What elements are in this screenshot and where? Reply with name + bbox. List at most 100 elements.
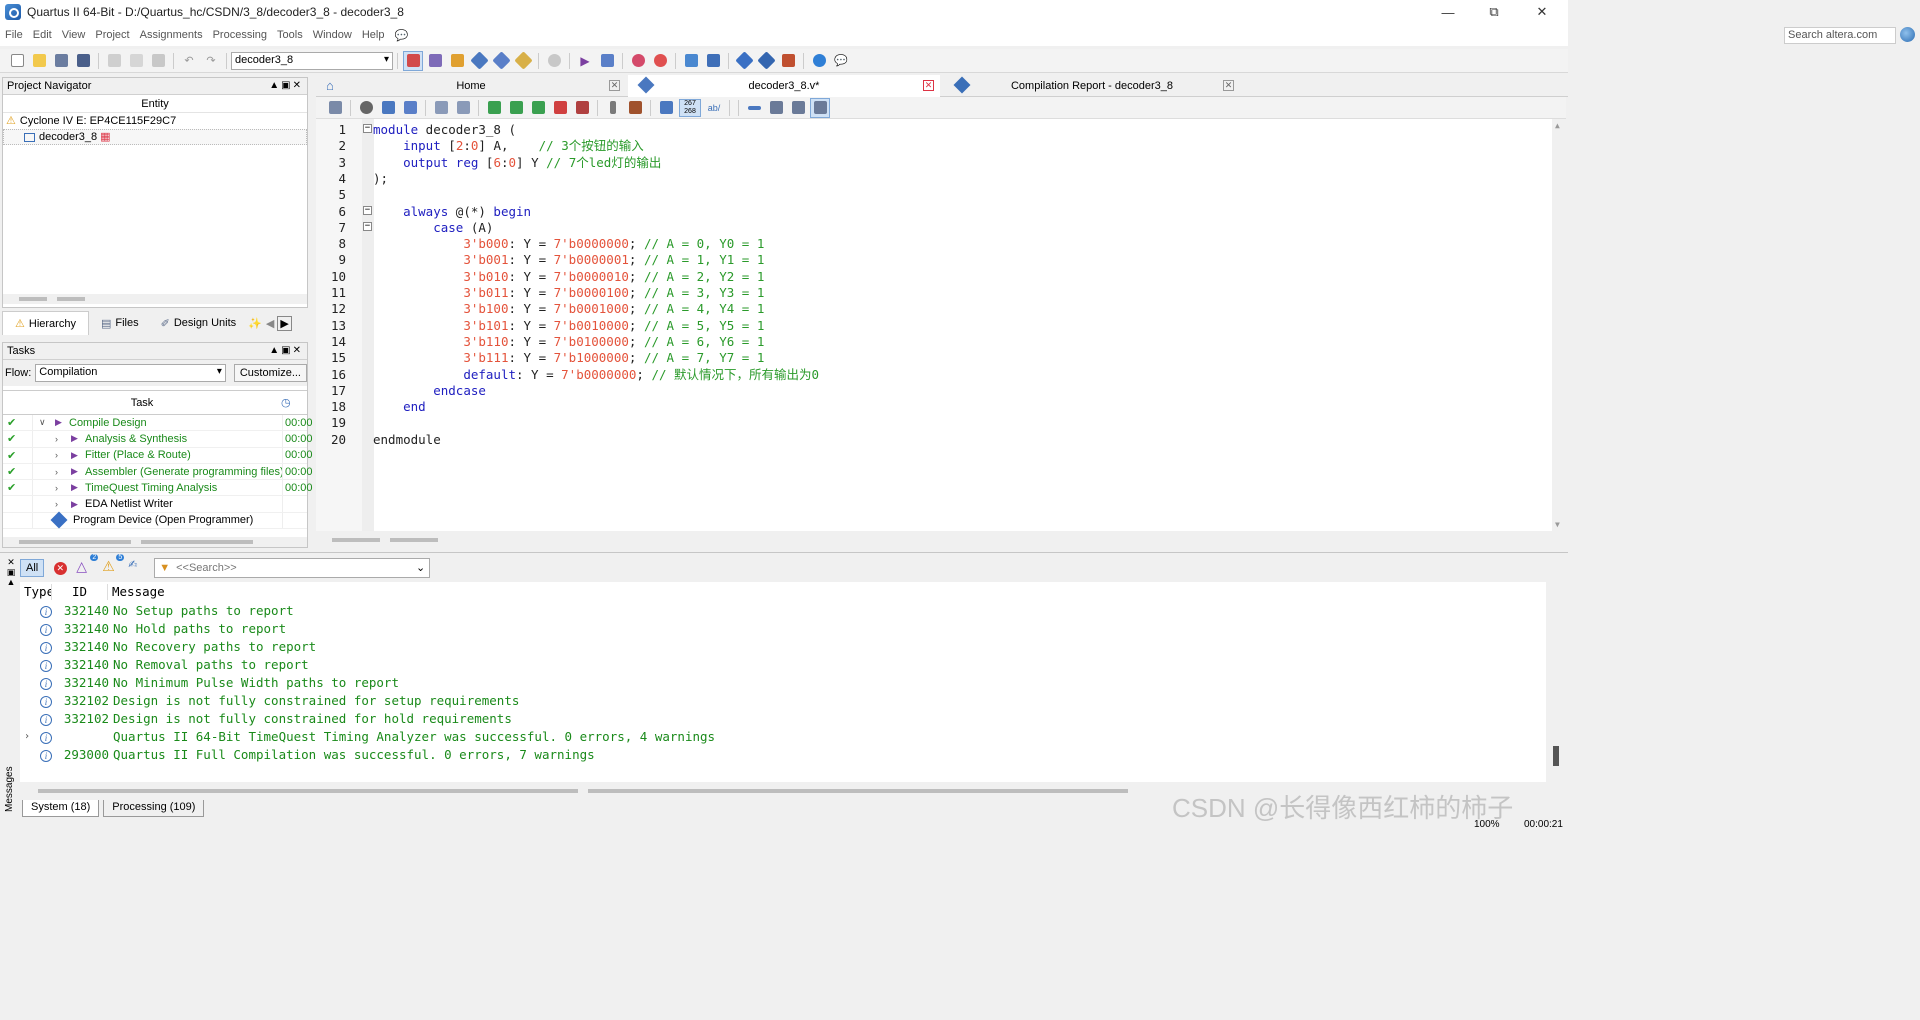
save-all-icon[interactable] — [73, 51, 93, 71]
message-row[interactable]: › i Quartus II 64-Bit TimeQuest Timing Ana… — [20, 727, 715, 745]
indent-icon[interactable] — [431, 98, 451, 118]
wizard-icon[interactable] — [447, 51, 467, 71]
task-row[interactable]: › ▶ EDA Netlist Writer — [3, 496, 307, 513]
expand-chevron-icon[interactable]: › — [55, 467, 58, 477]
start-compilation-icon[interactable]: ▶ — [575, 51, 595, 71]
run-task-icon[interactable]: ▶ — [71, 450, 78, 461]
paste-icon[interactable] — [148, 51, 168, 71]
message-row[interactable]: i 332102 Design is not fully constrained f… — [20, 691, 519, 709]
copy-icon[interactable] — [126, 51, 146, 71]
analysis-icon[interactable] — [469, 51, 489, 71]
collapse-icon[interactable] — [766, 98, 786, 118]
expand-chevron-icon[interactable]: › — [55, 499, 58, 509]
tab-files[interactable]: ▤ Files — [89, 317, 151, 330]
help-chat-icon[interactable]: 💬 — [389, 29, 413, 42]
close-home-tab-icon[interactable]: ✕ — [609, 80, 620, 91]
menu-tools[interactable]: Tools — [272, 29, 308, 41]
expand-chevron-icon[interactable]: › — [55, 450, 58, 460]
line-number-toggle[interactable]: 267 268 — [679, 98, 701, 117]
assembler-icon[interactable] — [756, 51, 776, 71]
run-task-icon[interactable]: ▶ — [55, 417, 62, 428]
analysis-elaboration-icon[interactable] — [597, 51, 617, 71]
menu-assignments[interactable]: Assignments — [135, 29, 208, 41]
restore-button[interactable]: ⧉ — [1470, 0, 1518, 24]
stop-icon[interactable] — [544, 51, 564, 71]
message-row[interactable]: i 332140 No Minimum Pulse Width paths to r… — [20, 673, 399, 691]
expand-chevron-icon[interactable]: › — [24, 731, 30, 742]
message-row[interactable]: i 332140 No Hold paths to report — [20, 619, 286, 637]
task-row[interactable]: ✔ › ▶ TimeQuest Timing Analysis 00:00 — [3, 480, 313, 497]
message-row[interactable]: i 332140 No Removal paths to report — [20, 655, 309, 673]
unindent-icon[interactable] — [453, 98, 473, 118]
task-row[interactable]: ✔ › ▶ Fitter (Place & Route) 00:00 — [3, 447, 313, 464]
task-row[interactable]: ✔ ∨ ▶ Compile Design 00:00 — [3, 415, 313, 432]
save-icon[interactable] — [51, 51, 71, 71]
col-task[interactable]: Task — [3, 397, 281, 409]
tab-compilation-report[interactable]: Compilation Report - decoder3_8 ✕ — [944, 75, 1240, 97]
tasks-hscroll[interactable] — [3, 537, 307, 547]
menu-file[interactable]: File — [0, 29, 28, 41]
redo-icon[interactable]: ↷ — [201, 51, 221, 71]
clear-bookmark-icon[interactable] — [550, 98, 570, 118]
open-file-icon[interactable] — [29, 51, 49, 71]
tab-hierarchy[interactable]: ⚠ Hierarchy — [2, 311, 89, 335]
message-row[interactable]: i 332140 No Recovery paths to report — [20, 637, 316, 655]
find-icon[interactable] — [356, 98, 376, 118]
more-tabs-icon[interactable]: ✨ — [248, 317, 262, 330]
editor-hscroll[interactable] — [316, 533, 1566, 547]
cut-icon[interactable] — [104, 51, 124, 71]
task-row[interactable]: ✔ › ▶ Analysis & Synthesis 00:00 — [3, 431, 313, 448]
customize-button[interactable]: Customize... — [233, 364, 307, 382]
filter-errors-button[interactable]: ✕ — [50, 558, 70, 578]
fold-toggle-icon[interactable]: − — [363, 124, 372, 133]
close-report-tab-icon[interactable]: ✕ — [1223, 80, 1234, 91]
expand-chevron-icon[interactable]: › — [55, 434, 58, 444]
netlist-icon[interactable] — [703, 51, 723, 71]
wrap-icon[interactable] — [744, 98, 764, 118]
tab-processing[interactable]: Processing (109) — [103, 800, 205, 817]
attach-icon[interactable] — [603, 98, 623, 118]
device-row[interactable]: ⚠ Cyclone IV E: EP4CE115F29C7 — [3, 113, 307, 129]
tab-design-units[interactable]: ✐ Design Units — [151, 317, 247, 330]
panel-close-pin-icons[interactable]: ✕ ▣ ▲ — [4, 557, 18, 587]
next-bookmark-icon[interactable] — [506, 98, 526, 118]
expand-chevron-icon[interactable]: › — [55, 483, 58, 493]
tab-home[interactable]: ⌂ Home ✕ — [316, 75, 626, 97]
prev-bookmark-icon[interactable] — [528, 98, 548, 118]
tab-system[interactable]: System (18) — [22, 800, 100, 817]
template-icon[interactable] — [625, 98, 645, 118]
timequest-icon[interactable] — [628, 51, 648, 71]
editor-insert-icon[interactable] — [325, 98, 345, 118]
search-altera-input[interactable]: Search altera.com — [1784, 27, 1896, 44]
pin-planner-icon[interactable] — [425, 51, 445, 71]
flow-select[interactable]: Compilation — [35, 364, 226, 382]
block-comment-icon[interactable] — [656, 98, 676, 118]
tab-decoder-source[interactable]: decoder3_8.v* ✕ — [628, 75, 940, 97]
chip-planner-icon[interactable] — [403, 50, 423, 71]
panel-pin-float-close-icons[interactable]: ▲▣✕ — [269, 345, 303, 356]
col-id[interactable]: ID — [52, 584, 108, 600]
minimize-button[interactable]: — — [1424, 0, 1472, 24]
fold-toggle-icon[interactable]: − — [363, 206, 372, 215]
close-editor-tab-icon[interactable]: ✕ — [923, 80, 934, 91]
filter-warnings-button[interactable]: ⚠ 5 — [102, 554, 125, 578]
filter-critical-warnings-button[interactable]: △ 2 — [76, 554, 99, 578]
globe-icon[interactable] — [1900, 27, 1915, 42]
scroll-down-icon[interactable]: ▼ — [1555, 520, 1560, 529]
filter-suppressed-button[interactable]: ✍ — [128, 558, 148, 578]
run-task-icon[interactable]: ▶ — [71, 433, 78, 444]
powerplay-icon[interactable] — [650, 51, 670, 71]
chevron-down-icon[interactable]: ⌄ — [416, 561, 425, 574]
menu-window[interactable]: Window — [308, 29, 357, 41]
expand-chevron-icon[interactable]: ∨ — [39, 417, 46, 428]
panel-pin-float-close-icons[interactable]: ▲▣✕ — [269, 80, 303, 91]
task-row[interactable]: ✔ › ▶ Assembler (Generate programming files… — [3, 463, 313, 481]
tab-scroll-left-icon[interactable]: ◀ — [266, 317, 274, 330]
code-editor[interactable]: 1 2 3 4 5 6 7 8 9 10 11 12 13 14 15 16 17 18 19 20 − − − mo… — [316, 119, 1566, 531]
message-row[interactable]: i 332140 No Setup paths to report — [20, 601, 294, 619]
menu-edit[interactable]: Edit — [28, 29, 57, 41]
feedback-icon[interactable]: 💬 — [831, 51, 851, 71]
split-view-icon[interactable] — [810, 97, 830, 118]
rtl-viewer-icon[interactable] — [681, 51, 701, 71]
delete-bookmarks-icon[interactable] — [572, 98, 592, 118]
